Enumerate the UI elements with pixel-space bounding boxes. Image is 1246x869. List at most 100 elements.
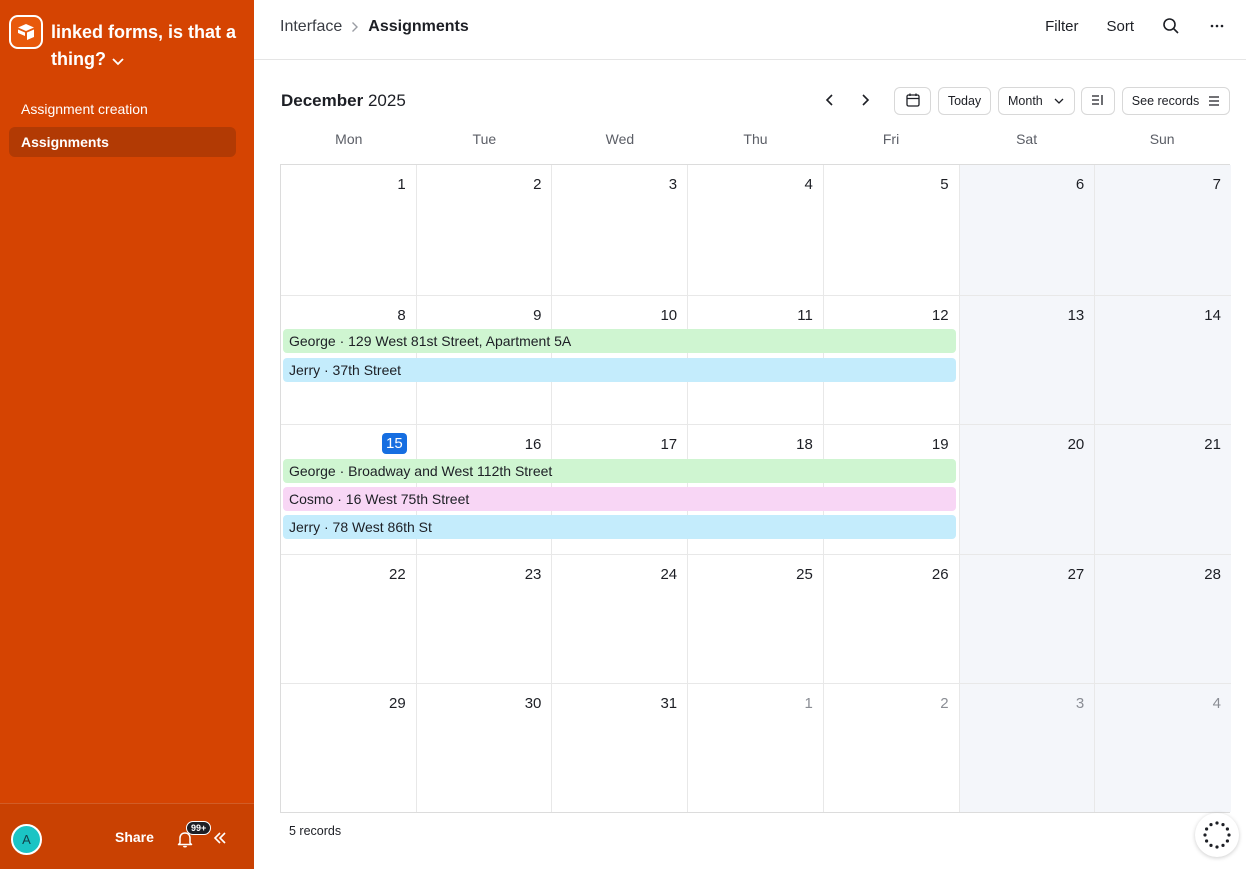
- calendar-day-cell[interactable]: 2: [824, 684, 960, 812]
- today-button[interactable]: Today: [938, 87, 991, 115]
- day-number: 13: [1067, 307, 1085, 324]
- day-number: 25: [796, 566, 813, 583]
- weekday-header: Mon Tue Wed Thu Fri Sat Sun: [281, 128, 1230, 152]
- page-title: Assignments: [368, 18, 469, 35]
- day-number: 29: [389, 695, 406, 712]
- list-layout-icon: [1091, 94, 1105, 109]
- calendar-day-cell[interactable]: 3: [552, 165, 689, 296]
- calendar-day-cell[interactable]: 31: [552, 684, 689, 812]
- calendar-day-cell[interactable]: 4: [688, 165, 824, 296]
- calendar-icon: [905, 92, 921, 111]
- chevron-down-icon: [112, 47, 124, 74]
- day-number: 17: [660, 436, 678, 453]
- weekday-label: Fri: [882, 131, 900, 147]
- day-number: 31: [660, 695, 678, 712]
- day-number: 10: [660, 307, 678, 324]
- calendar-day-cell[interactable]: 6: [959, 165, 1096, 296]
- next-month-icon[interactable]: [857, 92, 873, 108]
- calendar-day-cell[interactable]: 24: [552, 555, 689, 684]
- collapse-sidebar-icon[interactable]: [212, 830, 228, 846]
- day-number: 27: [1067, 566, 1085, 583]
- day-number: 2: [940, 695, 949, 712]
- top-bar: Interface Assignments Filter Sort: [254, 0, 1246, 60]
- calendar-day-cell[interactable]: 27: [959, 555, 1096, 684]
- sidebar-item-assignments[interactable]: Assignments: [9, 127, 236, 157]
- more-options-icon[interactable]: [1208, 17, 1226, 35]
- calendar-month-title: December 2025: [281, 91, 406, 110]
- records-count: 5 records: [289, 824, 342, 838]
- sidebar: linked forms, is that a thing? Assignmen…: [0, 0, 254, 869]
- calendar-day-cell[interactable]: 13: [959, 296, 1096, 425]
- search-icon[interactable]: [1162, 17, 1180, 35]
- record-list-toggle[interactable]: [1081, 87, 1115, 115]
- calendar-day-cell[interactable]: 20: [959, 425, 1096, 555]
- day-number: 24: [660, 566, 678, 583]
- weekday-label: Thu: [743, 131, 768, 147]
- day-number: 19: [931, 436, 949, 453]
- loading-spinner-icon: [1195, 813, 1239, 857]
- sort-button[interactable]: Sort: [1106, 18, 1134, 35]
- view-selector[interactable]: Month: [998, 87, 1075, 115]
- day-number: 14: [1204, 307, 1221, 324]
- top-actions: Filter Sort: [1017, 17, 1226, 35]
- day-number: 9: [533, 307, 542, 324]
- calendar-day-cell[interactable]: 7: [1095, 165, 1231, 296]
- day-number: 12: [931, 307, 949, 324]
- chevron-right-icon: [351, 21, 359, 33]
- sidebar-item-assignment-creation[interactable]: Assignment creation: [9, 94, 236, 124]
- prev-month-icon[interactable]: [822, 92, 838, 108]
- day-number: 4: [1212, 695, 1221, 712]
- calendar-event[interactable]: Jerry · 78 West 86th St: [283, 515, 956, 539]
- calendar-day-cell[interactable]: 3: [959, 684, 1096, 812]
- day-number: 6: [1075, 176, 1085, 193]
- calendar-day-cell[interactable]: 28: [1095, 555, 1231, 684]
- calendar-day-cell[interactable]: 14: [1095, 296, 1231, 425]
- calendar-day-cell[interactable]: 26: [823, 555, 960, 684]
- app-logo-icon[interactable]: [9, 15, 43, 49]
- day-number: 23: [524, 566, 542, 583]
- breadcrumb-parent[interactable]: Interface: [280, 18, 342, 36]
- calendar-day-cell[interactable]: 23: [416, 555, 553, 684]
- avatar[interactable]: A: [11, 824, 42, 855]
- day-number: 3: [1075, 695, 1085, 712]
- calendar-day-cell[interactable]: 30: [417, 684, 553, 812]
- sidebar-footer: A Share 99+: [0, 803, 254, 869]
- calendar-day-cell[interactable]: 29: [281, 684, 417, 812]
- day-number: 7: [1212, 176, 1221, 193]
- day-number: 8: [397, 307, 406, 324]
- calendar-day-cell[interactable]: 21: [1095, 425, 1231, 555]
- menu-icon: [1208, 96, 1220, 106]
- weekday-label: Sun: [1149, 131, 1175, 147]
- day-number: 5: [940, 176, 949, 193]
- notification-badge: 99+: [186, 821, 212, 835]
- day-number: 16: [524, 436, 542, 453]
- day-number: 4: [804, 176, 813, 193]
- weekday-label: Wed: [605, 131, 635, 147]
- calendar-day-cell[interactable]: 1: [281, 165, 417, 296]
- date-picker-button[interactable]: [894, 87, 931, 115]
- calendar-day-cell[interactable]: 5: [823, 165, 960, 296]
- day-number: 20: [1067, 436, 1085, 453]
- calendar-day-cell[interactable]: 2: [416, 165, 553, 296]
- sidebar-nav: Assignment creation Assignments: [9, 94, 236, 160]
- calendar-day-cell[interactable]: 4: [1095, 684, 1231, 812]
- day-number: 15: [382, 433, 407, 454]
- app-title[interactable]: linked forms, is that a thing?: [51, 19, 246, 74]
- calendar-event[interactable]: Cosmo · 16 West 75th Street: [283, 487, 956, 511]
- day-number: 11: [797, 307, 813, 324]
- calendar-event[interactable]: George · Broadway and West 112th Street: [283, 459, 956, 483]
- day-number: 3: [668, 176, 678, 193]
- calendar-day-cell[interactable]: 1: [688, 684, 824, 812]
- calendar-day-cell[interactable]: 22: [281, 555, 417, 684]
- day-number: 26: [931, 566, 949, 583]
- calendar-event[interactable]: George · 129 West 81st Street, Apartment…: [283, 329, 956, 353]
- day-number: 2: [533, 176, 542, 193]
- calendar-event[interactable]: Jerry · 37th Street: [283, 358, 956, 382]
- calendar-day-cell[interactable]: 25: [688, 555, 824, 684]
- day-number: 18: [796, 436, 813, 453]
- chevron-down-icon: [1054, 98, 1064, 104]
- share-button[interactable]: Share: [115, 829, 154, 845]
- filter-button[interactable]: Filter: [1045, 18, 1078, 35]
- see-records-button[interactable]: See records: [1122, 87, 1230, 115]
- weekday-label: Sat: [1016, 131, 1038, 147]
